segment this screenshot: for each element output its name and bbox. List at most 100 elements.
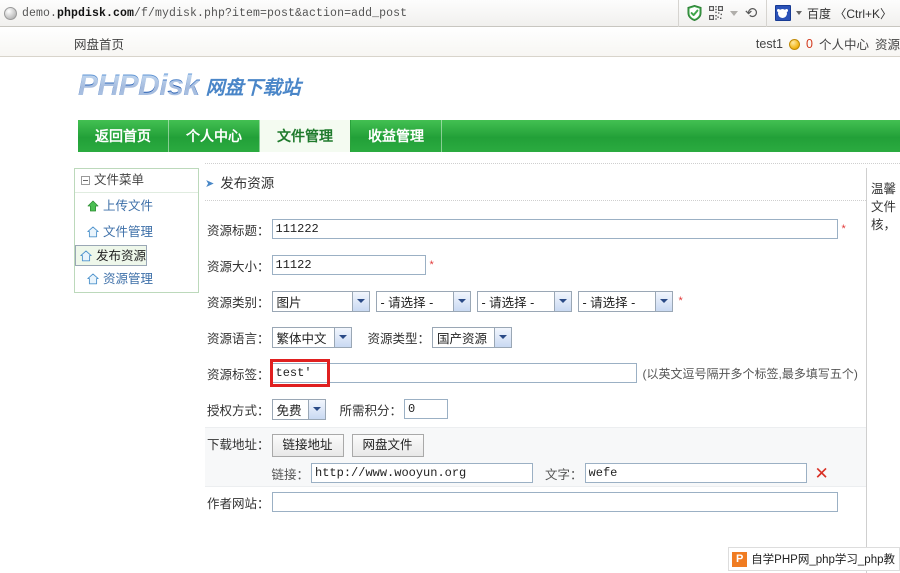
blue-home-icon [87,226,99,238]
qr-code-icon[interactable] [709,6,724,20]
resource-size-input[interactable] [271,255,426,275]
sidebar-item-upload-file[interactable]: 上传文件 [75,193,198,219]
language-select-value: 繁体中文 [276,331,327,346]
resource-language-label: 资源语言： [207,331,270,346]
browser-toolbar: demo.phpdisk.com/f/mydisk.php?item=post&… [0,0,900,27]
sidebar-header[interactable]: 文件菜单 [75,169,198,193]
category-select-1[interactable]: 图片 [271,290,370,312]
page-title: ➤ 发布资源 [205,168,866,201]
category-select-2-value: - 请选择 - [380,295,434,310]
nav-item-home[interactable]: 返回首页 [78,120,169,152]
username-label: test1 [755,36,784,51]
form-row-auth-credit: 授权方式： 免费 所需积分： [205,391,866,427]
resource-title-input[interactable] [271,219,838,239]
search-engine-box[interactable]: 百度 〈Ctrl+K〉 [765,0,900,27]
page-body: PHPDisk 网盘下载站 返回首页 个人中心 文件管理 收益管理 文件菜单 上… [0,58,900,573]
chevron-down-icon[interactable] [730,10,739,16]
link-text-input[interactable] [584,463,807,483]
restype-select[interactable]: 国产资源 [432,326,513,348]
required-mark: * [429,259,434,271]
sidebar-item-publish-resource[interactable]: 发布资源 [75,245,148,266]
form-row-size: 资源大小： * [205,247,866,283]
shield-check-icon[interactable] [687,5,702,21]
chevron-down-icon [333,327,351,347]
author-site-label: 作者网站： [207,496,270,511]
coin-count: 0 [806,36,813,51]
sidebar-header-label: 文件菜单 [94,173,145,187]
coin-icon [789,39,801,50]
required-mark: * [841,223,846,235]
sidebar-item-file-management[interactable]: 文件管理 [75,219,198,245]
chevron-down-icon[interactable] [795,11,802,15]
link-label: 链接： [271,467,310,482]
sidebar-item-label: 资源管理 [103,272,154,286]
category-select-4-value: - 请选择 - [582,295,636,310]
category-select-3[interactable]: - 请选择 - [476,290,572,312]
auth-method-label: 授权方式： [207,403,270,418]
resource-title-label: 资源标题： [207,223,270,238]
page-favicon [4,6,17,20]
top-home-link[interactable]: 网盘首页 [74,34,124,53]
content-area: ➤ 发布资源 资源标题： * 资源大小： * 资源类别： [205,168,866,573]
app-window: demo.phpdisk.com/f/mydisk.php?item=post&… [0,0,900,573]
remove-x-icon[interactable]: ✕ [815,465,829,482]
tags-hint: (以英文逗号隔开多个标签,最多填写五个) [642,366,858,381]
form-row-title: 资源标题： * [205,211,866,247]
site-top-bar: 网盘首页 test1 0 个人中心 资源 [0,27,900,57]
watermark-logo-icon: P [732,551,748,567]
link-address-button[interactable]: 链接地址 [271,434,344,457]
chevron-down-icon [494,327,512,347]
chevron-down-icon [351,291,369,311]
auth-method-select[interactable]: 免费 [271,398,326,420]
resource-tags-input[interactable] [271,363,637,383]
required-mark: * [678,295,683,307]
credit-input[interactable] [404,399,449,419]
chevron-down-icon [307,399,325,419]
sidebar-item-label: 文件管理 [103,225,154,239]
nav-item-file-management[interactable]: 文件管理 [260,120,351,152]
download-address-label: 下载地址： [207,438,270,452]
baidu-paw-icon[interactable] [774,5,791,21]
sidebar-item-label: 上传文件 [103,199,154,213]
user-center-link[interactable]: 个人中心 [819,34,869,53]
tags-input-wrapper [269,359,637,387]
resource-link[interactable]: 资源 [875,34,900,53]
category-select-2[interactable]: - 请选择 - [375,290,471,312]
chevron-down-icon [553,291,571,311]
link-input[interactable] [311,463,534,483]
watermark: P 自学PHP网_php学习_php教 [728,547,900,571]
address-bar[interactable]: demo.phpdisk.com/f/mydisk.php?item=post&… [0,0,678,27]
notice-line: 核， [871,218,897,232]
sidebar-item-label: 发布资源 [96,248,147,263]
form-row-author-site: 作者网站： [205,487,866,517]
notice-line: 温馨 [871,182,897,196]
publish-resource-form: 资源标题： * 资源大小： * 资源类别： 图片 [205,201,866,517]
nav-item-user-center[interactable]: 个人中心 [169,120,260,152]
site-logo[interactable]: PHPDisk 网盘下载站 [78,69,301,103]
main-nav: 返回首页 个人中心 文件管理 收益管理 [78,120,900,152]
sidebar: 文件菜单 上传文件 文件管理 发布资源 资源管理 [74,168,199,293]
category-select-4[interactable]: - 请选择 - [577,290,673,312]
blue-home-icon [87,273,99,285]
chevron-down-icon [452,291,470,311]
search-engine-label: 百度 〈Ctrl+K〉 [806,6,892,21]
blue-home-icon [80,250,92,262]
restype-select-value: 国产资源 [437,331,488,346]
resource-type-label: 资源类型： [367,331,431,346]
author-site-input[interactable] [271,492,838,512]
nav-item-revenue-management[interactable]: 收益管理 [351,120,442,152]
form-row-category: 资源类别： 图片 - 请选择 - - 请选择 - - 请选择 - * [205,283,866,319]
resource-size-label: 资源大小： [207,259,270,274]
watermark-text: 自学PHP网_php学习_php教 [751,554,895,566]
reload-icon[interactable]: ⟳ [745,5,758,22]
right-notice-panel: 温馨 文件 核， [866,168,900,573]
logo-area: PHPDisk 网盘下载站 [0,58,900,120]
netdisk-file-button[interactable]: 网盘文件 [351,434,424,457]
sidebar-item-resource-management[interactable]: 资源管理 [75,266,198,292]
language-select[interactable]: 繁体中文 [271,326,352,348]
chevron-right-icon: ➤ [205,178,215,190]
address-bar-url: demo.phpdisk.com/f/mydisk.php?item=post&… [22,6,408,20]
minus-box-icon[interactable] [81,176,90,185]
notice-line: 文件 [871,200,897,214]
credit-label: 所需积分： [339,403,403,418]
